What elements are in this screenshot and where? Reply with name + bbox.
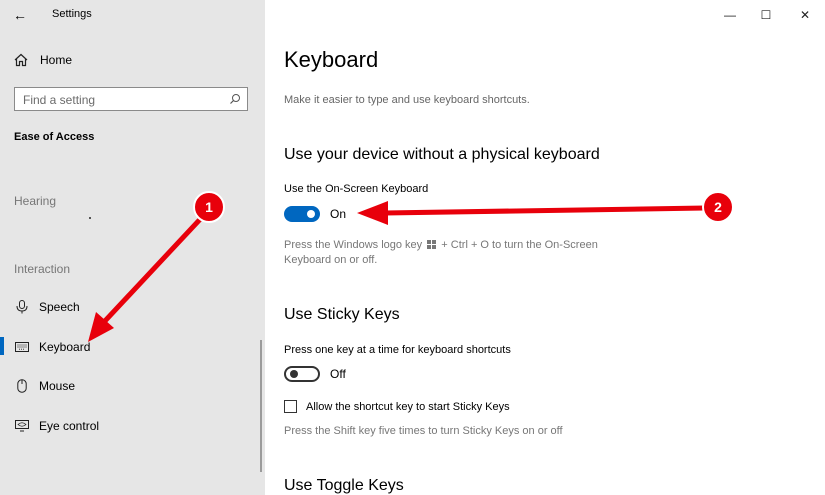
search-icon [230, 94, 240, 104]
sticky-keys-hint: Press the Shift key five times to turn S… [284, 425, 563, 437]
sidebar-item-speech[interactable]: Speech [14, 297, 80, 317]
checkbox-label: Allow the shortcut key to start Sticky K… [306, 400, 510, 413]
toggle-knob [307, 210, 315, 218]
sticky-keys-toggle[interactable] [284, 366, 320, 382]
page-title: Keyboard [284, 47, 379, 72]
windows-logo-icon [427, 240, 437, 249]
group-label-hearing: Hearing [14, 194, 57, 208]
sticky-keys-toggle-row[interactable]: Off [284, 366, 346, 382]
app-title: Settings [52, 8, 92, 20]
minimize-button[interactable]: — [722, 8, 738, 22]
section-title: Ease of Access [14, 131, 95, 143]
sidebar-item-home[interactable]: Home [14, 53, 72, 67]
sidebar-item-label: Keyboard [39, 340, 91, 354]
onscreen-keyboard-hint: Press the Windows logo key + Ctrl + O to… [284, 238, 644, 268]
selection-indicator [0, 337, 4, 355]
search-input[interactable]: Find a setting [14, 87, 248, 111]
divider-dot [89, 217, 91, 219]
sidebar-item-mouse[interactable]: Mouse [14, 376, 75, 396]
sidebar-scrollbar[interactable] [260, 340, 262, 472]
maximize-button[interactable]: ☐ [758, 8, 774, 22]
microphone-icon [14, 299, 30, 315]
section-heading-sticky-keys: Use Sticky Keys [284, 306, 400, 323]
toggle-state-text: On [330, 207, 347, 221]
onscreen-keyboard-label: Use the On-Screen Keyboard [284, 183, 429, 195]
back-button[interactable]: ← [10, 6, 30, 24]
sidebar-item-eye-control[interactable]: Eye control [14, 416, 99, 436]
eye-control-icon [14, 418, 30, 434]
onscreen-keyboard-toggle-row[interactable]: On [284, 206, 346, 222]
sticky-keys-shortcut-checkbox[interactable] [284, 400, 297, 413]
sidebar-item-label: Home [40, 53, 73, 67]
sidebar-item-keyboard[interactable]: Keyboard [14, 337, 90, 357]
toggle-knob [290, 370, 298, 378]
mouse-icon [14, 378, 30, 394]
group-label-interaction: Interaction [14, 262, 71, 276]
sticky-keys-shortcut-option[interactable]: Allow the shortcut key to start Sticky K… [284, 400, 510, 413]
page-description: Make it easier to type and use keyboard … [284, 94, 530, 106]
section-heading-onscreen-keyboard: Use your device without a physical keybo… [284, 146, 600, 163]
search-placeholder: Find a setting [23, 93, 96, 107]
sidebar: ← Settings Home Find a setting Ease of A… [0, 0, 265, 495]
section-heading-toggle-keys: Use Toggle Keys [284, 477, 404, 494]
toggle-state-text: Off [330, 367, 346, 381]
onscreen-keyboard-toggle[interactable] [284, 206, 320, 222]
home-icon [14, 53, 28, 67]
keyboard-icon [14, 339, 30, 355]
main-content: — ☐ ✕ Keyboard Make it easier to type an… [265, 0, 825, 495]
sidebar-item-label: Eye control [39, 419, 100, 433]
hint-text-part1: Press the Windows logo key [284, 239, 423, 251]
close-button[interactable]: ✕ [797, 8, 813, 22]
sticky-keys-label: Press one key at a time for keyboard sho… [284, 344, 511, 356]
sidebar-item-label: Speech [39, 300, 80, 314]
sidebar-item-label: Mouse [39, 379, 76, 393]
